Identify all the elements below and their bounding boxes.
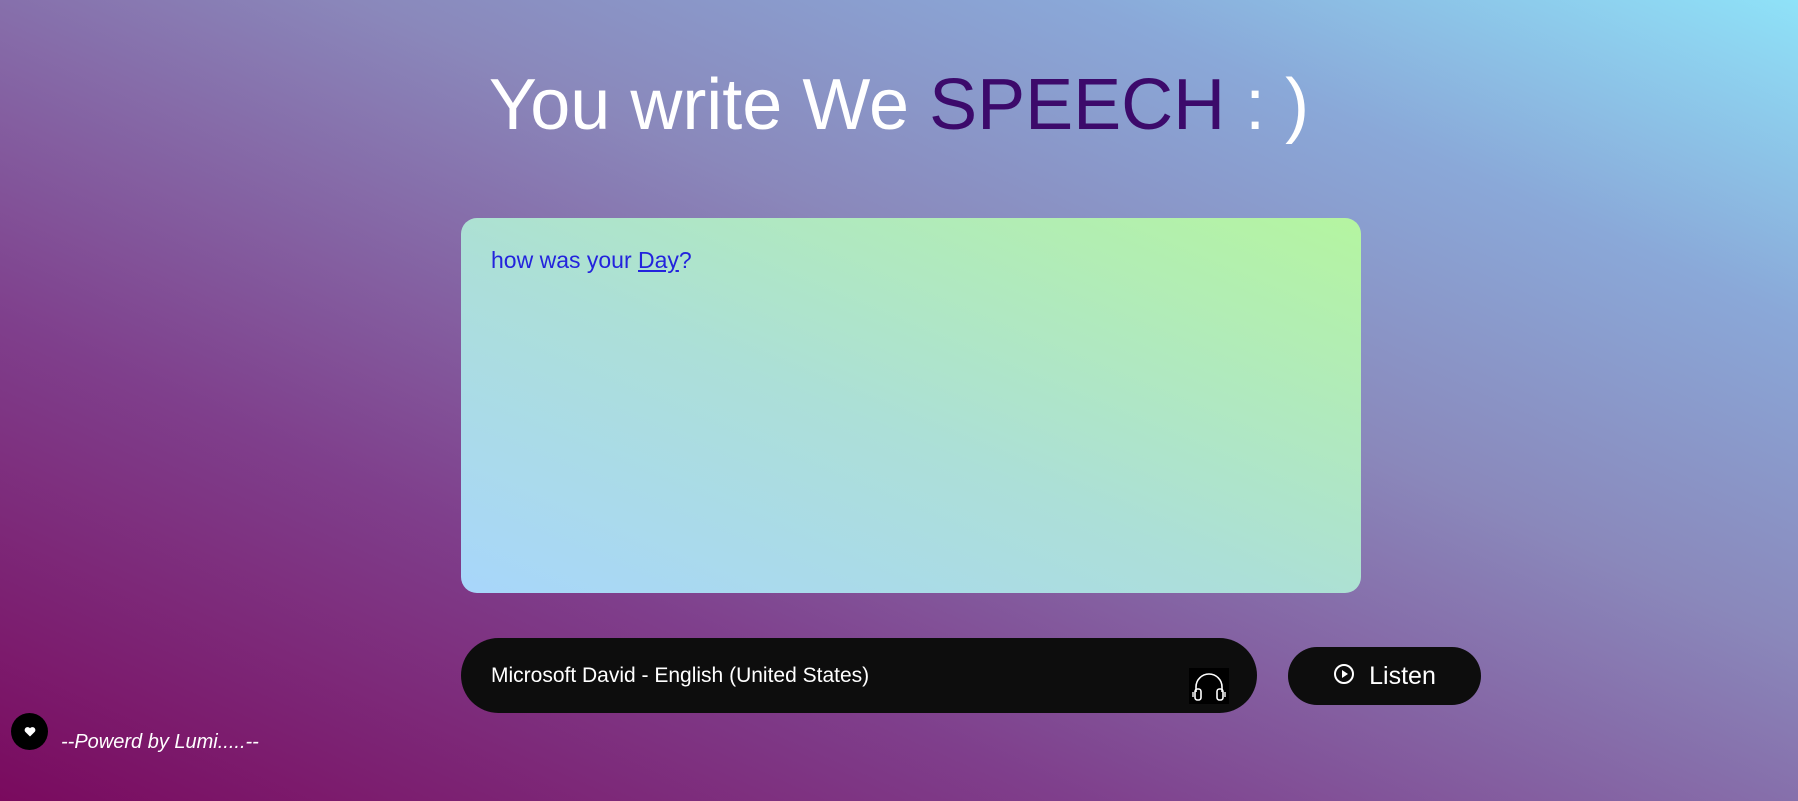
- play-circle-icon: [1333, 663, 1355, 690]
- listen-button-label: Listen: [1369, 661, 1436, 690]
- editor-text-after: ?: [678, 247, 692, 273]
- voice-select-value: Microsoft David - English (United States…: [491, 663, 870, 687]
- editor-text-before: how was your: [491, 247, 639, 273]
- listen-button[interactable]: Listen: [1288, 647, 1481, 705]
- footer-credit: --Powerd by Lumi.....--: [61, 731, 259, 753]
- heart-icon: [11, 713, 48, 750]
- text-input-area[interactable]: how was your Day?: [461, 218, 1361, 593]
- title-suffix: : ): [1225, 65, 1310, 145]
- title-accent: SPEECH: [929, 65, 1226, 145]
- page-title: You write We SPEECH : ): [0, 62, 1798, 148]
- editor-text[interactable]: how was your Day?: [491, 246, 1331, 274]
- editor-text-underlined: Day: [638, 247, 679, 273]
- title-prefix: You write We: [488, 65, 930, 145]
- headphones-icon: [1189, 668, 1229, 704]
- voice-select[interactable]: Microsoft David - English (United States…: [461, 638, 1257, 713]
